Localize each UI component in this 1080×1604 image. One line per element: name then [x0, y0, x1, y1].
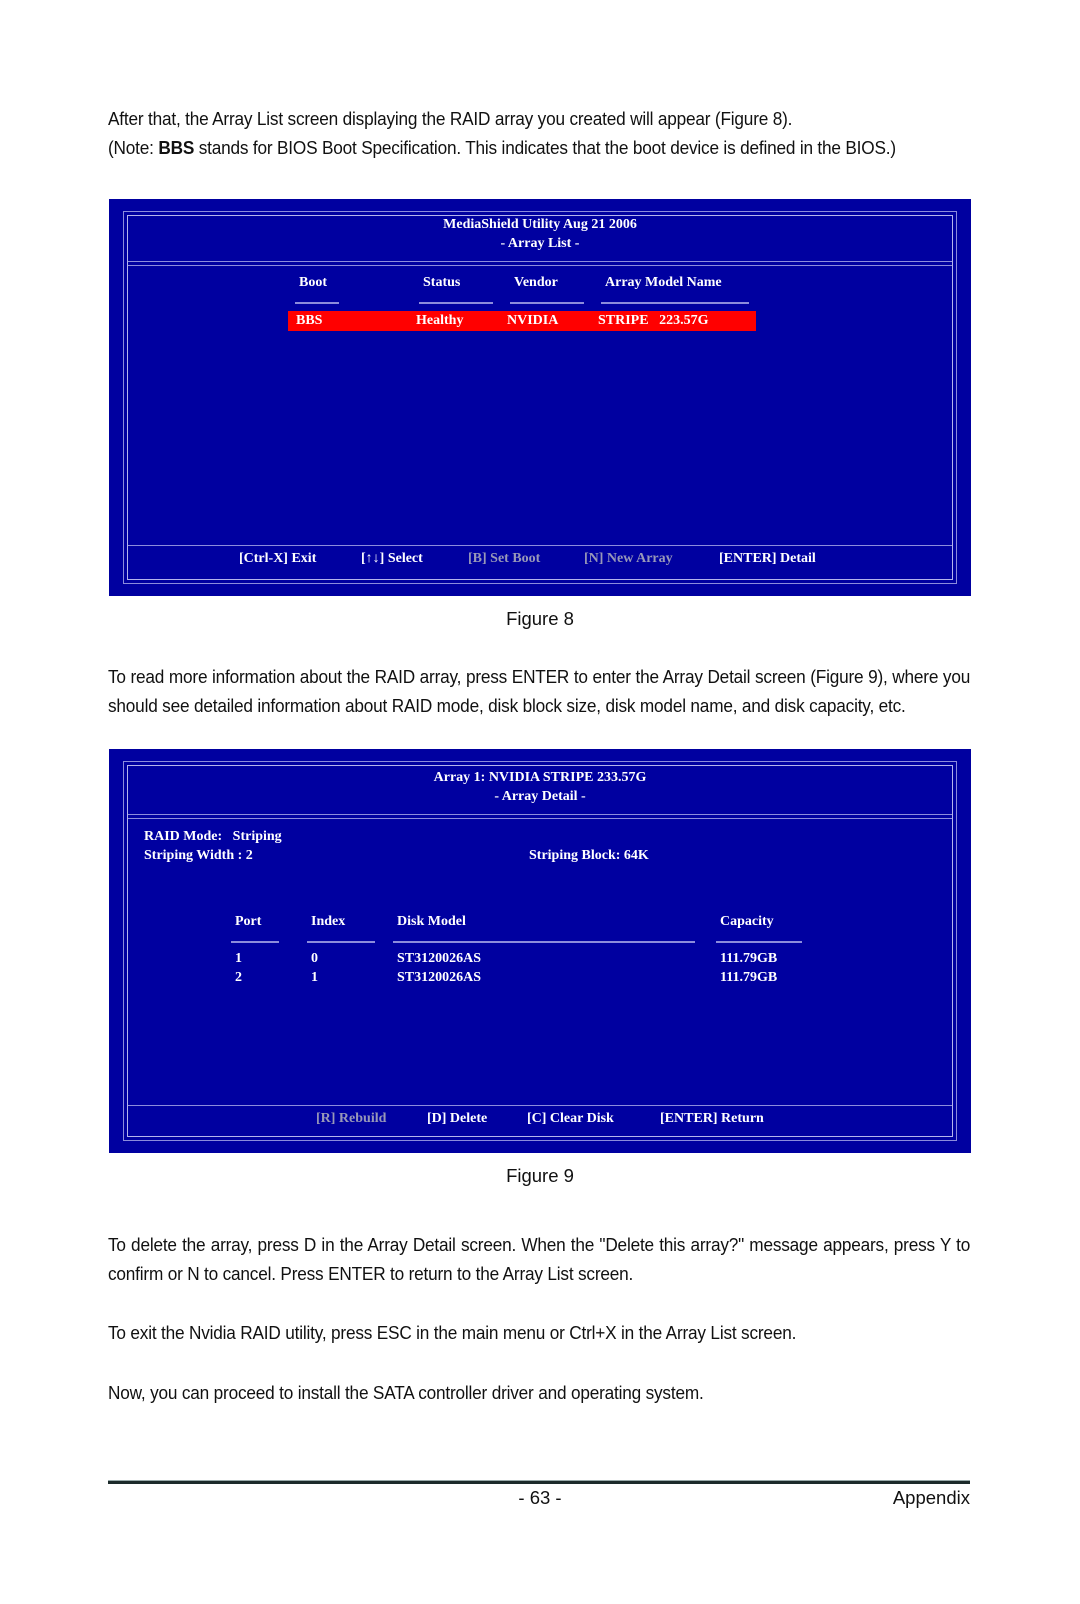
disk-index: 0 [311, 951, 318, 966]
col-boot: Boot [299, 275, 327, 290]
array-detail-title: Array 1: NVIDIA STRIPE 233.57G [433, 770, 647, 785]
array-boot: BBS [296, 313, 323, 328]
header-divider-2 [128, 818, 952, 819]
intro-line: After that, the Array List screen displa… [108, 108, 793, 129]
detail-paragraph: To read more information about the RAID … [108, 666, 971, 716]
key-new-array[interactable]: [N] New Array [584, 551, 673, 567]
disk-index: 1 [311, 970, 318, 985]
col-underline [601, 302, 749, 304]
intro-paragraph: After that, the Array List screen displa… [108, 104, 970, 162]
col-capacity: Capacity [720, 914, 774, 929]
figure8-caption: Figure 8 [506, 608, 574, 629]
array-row-selected[interactable]: BBS Healthy NVIDIA STRIPE 223.57G [288, 311, 756, 331]
raid-mode: RAID Mode: Striping [144, 829, 282, 844]
footer-rule [108, 1480, 970, 1484]
bbs-term: BBS [158, 137, 195, 158]
disk-model: ST3120026AS [397, 951, 482, 966]
key-return[interactable]: [ENTER] Return [660, 1111, 764, 1127]
array-detail-screen: Array 1: NVIDIA STRIPE 233.57G - Array D… [109, 749, 971, 1153]
col-array-model-name: Array Model Name [605, 275, 722, 290]
figure9-caption: Figure 9 [506, 1165, 574, 1186]
proceed-paragraph: Now, you can proceed to install the SATA… [108, 1382, 704, 1403]
disk-port: 1 [235, 951, 242, 966]
array-status: Healthy [416, 313, 464, 328]
col-index: Index [311, 914, 346, 929]
delete-paragraph: To delete the array, press D in the Arra… [108, 1234, 971, 1284]
col-underline [295, 302, 339, 304]
col-underline [307, 941, 375, 943]
screen-subtitle: - Array List - [500, 236, 580, 251]
key-set-boot[interactable]: [B] Set Boot [468, 551, 540, 567]
footer-divider [128, 545, 952, 546]
col-underline [393, 941, 695, 943]
header-divider [128, 814, 952, 815]
striping-width: Striping Width : 2 [144, 848, 253, 863]
key-select[interactable]: [↑↓] Select [361, 551, 423, 567]
disk-capacity: 111.79GB [720, 970, 778, 985]
header-divider-2 [128, 265, 952, 266]
screen-inner-border [127, 765, 953, 1137]
col-port: Port [235, 914, 262, 929]
col-underline [419, 302, 493, 304]
col-underline [510, 302, 584, 304]
utility-title: MediaShield Utility Aug 21 2006 [443, 217, 637, 232]
col-disk-model: Disk Model [397, 914, 466, 929]
array-vendor: NVIDIA [507, 313, 559, 328]
footer-divider [128, 1105, 952, 1106]
array-model: STRIPE 223.57G [598, 313, 709, 328]
array-list-screen: MediaShield Utility Aug 21 2006 - Array … [109, 199, 971, 596]
header-divider [128, 261, 952, 262]
col-status: Status [423, 275, 461, 290]
disk-model: ST3120026AS [397, 970, 482, 985]
screen-subtitle: - Array Detail - [494, 789, 586, 804]
key-exit[interactable]: [Ctrl-X] Exit [239, 551, 316, 567]
col-underline [231, 941, 279, 943]
section-name: Appendix [892, 1487, 970, 1508]
disk-capacity: 111.79GB [720, 951, 778, 966]
key-rebuild[interactable]: [R] Rebuild [316, 1111, 386, 1127]
key-clear-disk[interactable]: [C] Clear Disk [527, 1111, 614, 1127]
key-detail[interactable]: [ENTER] Detail [719, 551, 816, 567]
col-vendor: Vendor [514, 275, 558, 290]
col-underline [716, 941, 802, 943]
exit-paragraph: To exit the Nvidia RAID utility, press E… [108, 1322, 797, 1343]
screen-inner-border [127, 215, 953, 580]
striping-block: Striping Block: 64K [529, 848, 649, 863]
disk-port: 2 [235, 970, 242, 985]
bbs-note: (Note: BBS stands for BIOS Boot Specific… [108, 137, 896, 158]
key-delete[interactable]: [D] Delete [427, 1111, 487, 1127]
